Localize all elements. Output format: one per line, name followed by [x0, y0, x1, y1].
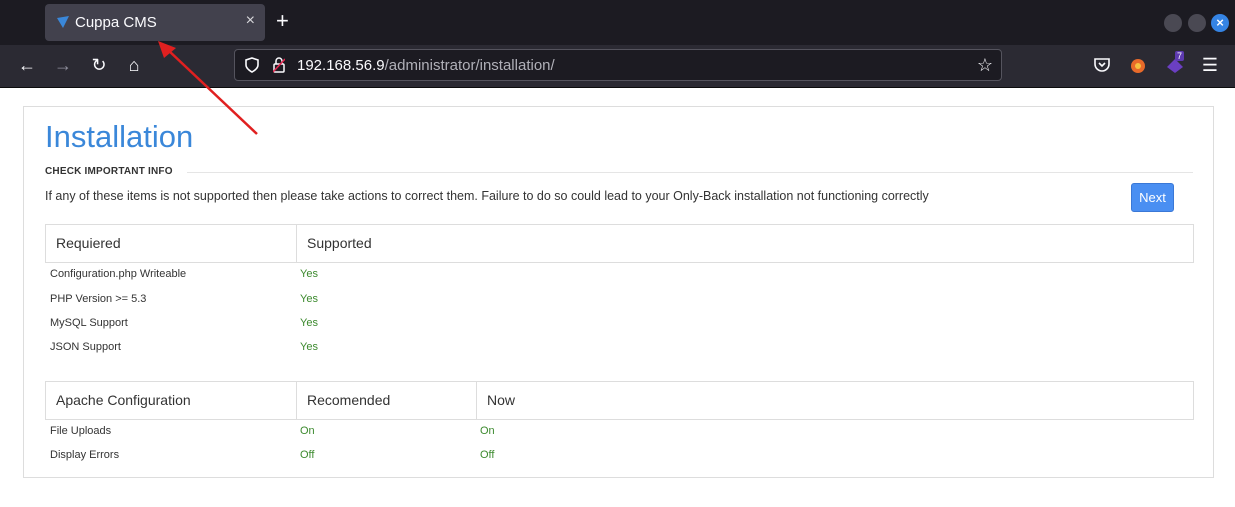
requirement-name: PHP Version >= 5.3 [50, 293, 147, 305]
section-divider [187, 172, 1193, 173]
pocket-icon[interactable] [1092, 55, 1112, 75]
column-header-supported: Supported [296, 225, 1193, 262]
requirement-name: Configuration.php Writeable [50, 268, 187, 280]
url-host: 192.168.56.9 [297, 57, 385, 74]
apache-setting-name: Display Errors [50, 449, 120, 461]
foxyproxy-extension-icon[interactable] [1128, 55, 1148, 75]
new-tab-button[interactable]: + [276, 8, 289, 34]
tab-bar: Cuppa CMS × + × [0, 0, 1235, 45]
column-header-apache-configuration: Apache Configuration [56, 392, 191, 408]
requirement-value: Yes [300, 341, 318, 353]
tab-close-icon[interactable]: × [246, 12, 255, 30]
column-header-recomended: Recomended [296, 382, 476, 419]
minimize-button[interactable] [1164, 14, 1182, 32]
installation-panel: Installation CHECK IMPORTANT INFO If any… [23, 106, 1214, 478]
apache-now-value: Off [480, 449, 495, 461]
apache-recommended-value: Off [300, 449, 315, 461]
requirement-value: Yes [300, 293, 318, 305]
lock-icon [273, 57, 285, 73]
shield-icon [245, 57, 259, 73]
apache-setting-name: File Uploads [50, 425, 112, 437]
requirement-name: MySQL Support [50, 317, 128, 329]
window-close-button[interactable]: × [1211, 14, 1229, 32]
menu-hamburger-icon[interactable]: ☰ [1200, 55, 1220, 75]
url-path: /administrator/installation/ [384, 57, 555, 74]
section-title: CHECK IMPORTANT INFO [45, 166, 173, 177]
page-title: Installation [45, 119, 194, 154]
navigation-bar: ← → ↻ ⌂ 192.168.56.9/administrator/insta… [0, 45, 1235, 88]
info-text: If any of these items is not supported t… [45, 189, 929, 203]
requirement-name: JSON Support [50, 341, 121, 353]
tab-title: Cuppa CMS [75, 14, 157, 31]
maximize-button[interactable] [1188, 14, 1206, 32]
cuppa-favicon-icon [57, 16, 69, 28]
home-icon[interactable]: ⌂ [124, 55, 144, 75]
column-header-requiered: Requiered [56, 235, 121, 251]
tab-cuppa-cms[interactable]: Cuppa CMS × [45, 4, 265, 41]
requirements-table-header: Requiered Supported [45, 224, 1194, 263]
extension-badge-icon[interactable]: 7 [1165, 51, 1185, 75]
reload-icon[interactable]: ↻ [89, 55, 109, 75]
column-header-now: Now [476, 382, 1193, 419]
forward-arrow-icon[interactable]: → [53, 55, 73, 75]
bookmark-star-icon[interactable]: ☆ [977, 55, 993, 76]
url-bar[interactable]: 192.168.56.9/administrator/installation/… [234, 49, 1002, 81]
extension-badge-count: 7 [1175, 51, 1185, 61]
apache-recommended-value: On [300, 425, 315, 437]
back-arrow-icon[interactable]: ← [17, 55, 37, 75]
requirement-value: Yes [300, 268, 318, 280]
url-text: 192.168.56.9/administrator/installation/ [297, 57, 555, 74]
apache-now-value: On [480, 425, 495, 437]
next-button[interactable]: Next [1131, 183, 1174, 212]
requirement-value: Yes [300, 317, 318, 329]
apache-table-header: Apache Configuration Recomended Now [45, 381, 1194, 420]
